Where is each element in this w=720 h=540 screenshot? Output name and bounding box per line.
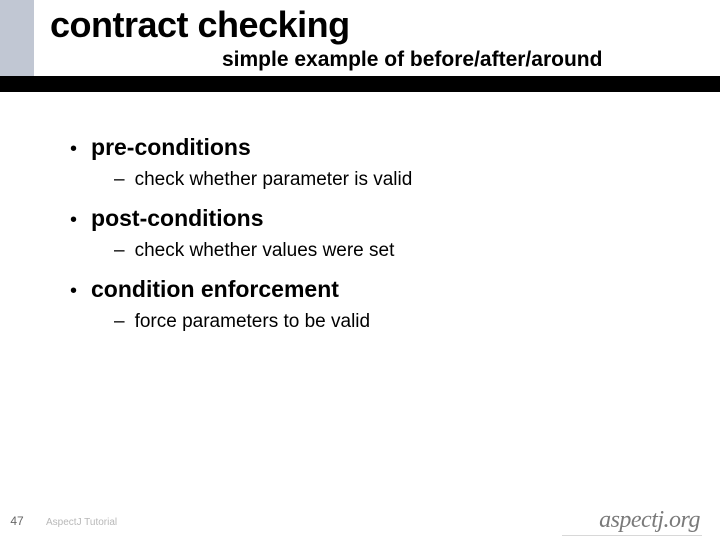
- bullet-sub-item: – check whether parameter is valid: [114, 169, 680, 191]
- bullet-main-text: condition enforcement: [91, 276, 339, 303]
- slide-number-box: 47: [0, 512, 34, 530]
- bullet-sub-item: – force parameters to be valid: [114, 311, 680, 333]
- bullet-dot-icon: •: [70, 281, 77, 301]
- slide-footer: 47 AspectJ Tutorial aspectj.org: [0, 504, 720, 540]
- bullet-item: • condition enforcement: [70, 276, 680, 303]
- logo-suffix: .org: [664, 507, 700, 534]
- slide-subtitle: simple example of before/after/around: [222, 48, 602, 72]
- footer-label: AspectJ Tutorial: [46, 517, 117, 528]
- slide-title: contract checking: [50, 4, 350, 46]
- logo: aspectj.org: [599, 507, 700, 534]
- slide-number: 47: [10, 514, 23, 528]
- slide-header: contract checking simple example of befo…: [0, 0, 720, 92]
- bullet-main-text: pre-conditions: [91, 134, 251, 161]
- logo-underline: [562, 535, 702, 536]
- header-black-bar: [0, 76, 720, 92]
- bullet-item: • post-conditions: [70, 205, 680, 232]
- slide: contract checking simple example of befo…: [0, 0, 720, 540]
- bullet-item: • pre-conditions: [70, 134, 680, 161]
- bullet-sub-text: force parameters to be valid: [135, 311, 371, 333]
- bullet-sub-item: – check whether values were set: [114, 240, 680, 262]
- bullet-main-text: post-conditions: [91, 205, 263, 232]
- bullet-dash-icon: –: [114, 169, 125, 191]
- bullet-dash-icon: –: [114, 311, 125, 333]
- bullet-dot-icon: •: [70, 210, 77, 230]
- bullet-dash-icon: –: [114, 240, 125, 262]
- bullet-sub-text: check whether values were set: [135, 240, 395, 262]
- logo-text: aspectj: [599, 507, 663, 534]
- slide-content: • pre-conditions – check whether paramet…: [70, 128, 680, 347]
- bullet-sub-text: check whether parameter is valid: [135, 169, 413, 191]
- bullet-dot-icon: •: [70, 139, 77, 159]
